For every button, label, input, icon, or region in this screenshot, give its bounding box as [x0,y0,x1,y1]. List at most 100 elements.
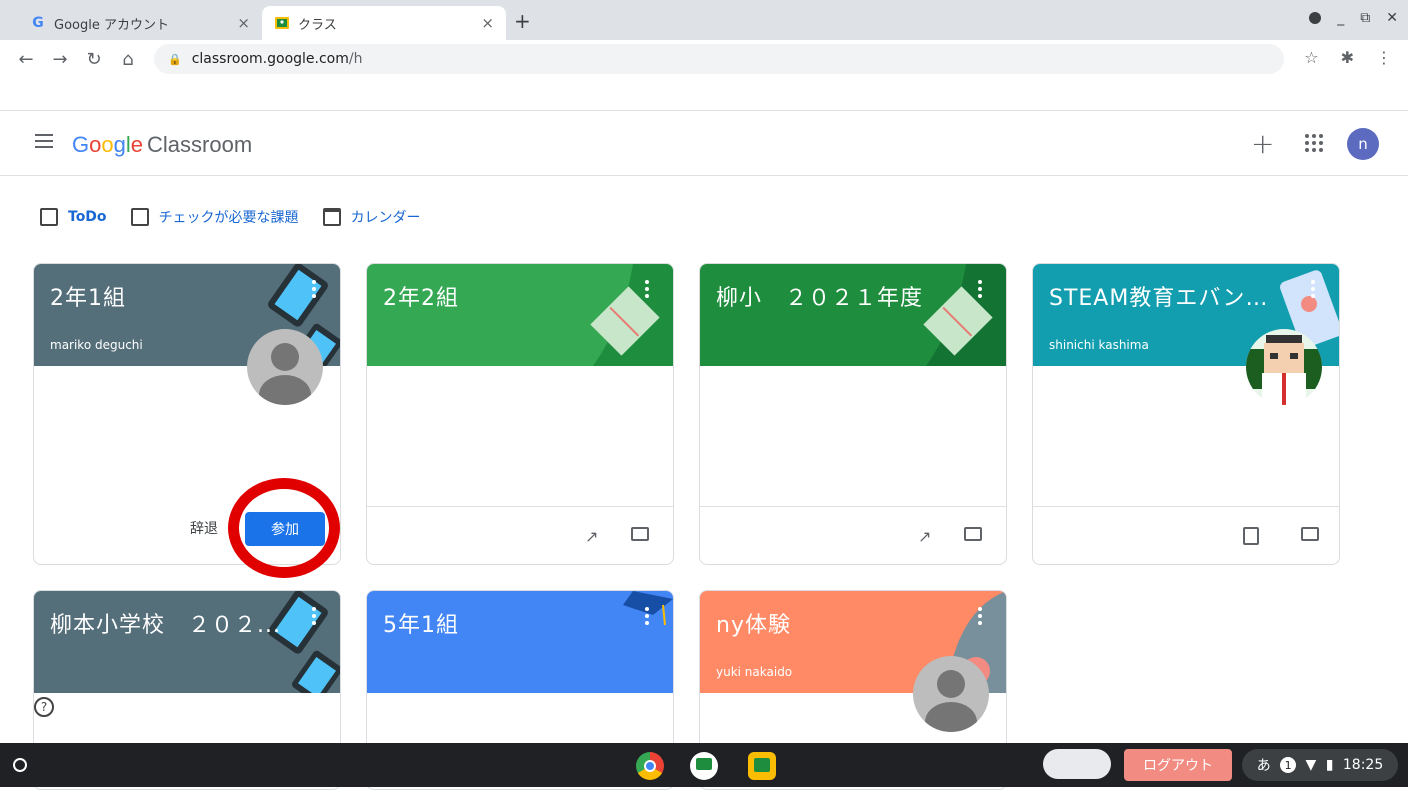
teacher-name[interactable]: shinichi kashima [1049,338,1149,352]
tab-google-account[interactable]: G Google アカウント × [18,6,262,40]
browser-menu-icon[interactable]: ⋮ [1376,48,1392,67]
notification-count-icon: 1 [1280,757,1297,773]
class-card[interactable]: STEAM教育エバンジ... shinichi kashima [1032,263,1340,565]
class-title[interactable]: 2年2組 [383,280,459,312]
google-apps-icon[interactable] [1305,134,1323,152]
tab-title: クラス [298,17,337,33]
card-header: 2年2組 [367,264,673,366]
more-options-icon[interactable] [1311,280,1315,298]
more-options-icon[interactable] [978,280,982,298]
todo-link[interactable]: ToDo [40,208,107,226]
card-header: 柳本小学校 ２０２... [34,591,340,693]
logo-letter: g [113,132,126,157]
extension-circle-icon[interactable] [1309,12,1322,24]
create-class-button[interactable]: + [1251,127,1274,160]
book-illustration-icon [590,264,673,366]
logo-letter: o [101,132,114,157]
keyboard-input-indicator[interactable] [1043,749,1111,779]
todo-icon [40,208,58,226]
tab-close-icon[interactable]: × [481,14,494,32]
class-title[interactable]: ny体験 [716,607,791,639]
class-title[interactable]: 柳本小学校 ２０２... [50,607,281,639]
browser-tab-strip: G Google アカウント × クラス × + _ ⧉ ✕ [0,0,1408,40]
calendar-icon [322,208,341,226]
battery-icon: ▮ [1325,757,1334,773]
decline-button[interactable]: 辞退 [190,518,218,538]
class-title[interactable]: 2年1組 [50,280,126,312]
back-icon[interactable]: ← [18,49,34,70]
account-avatar[interactable]: n [1347,128,1379,160]
graduation-cap-icon [623,591,673,626]
more-options-icon[interactable] [645,280,649,298]
launcher-icon[interactable] [13,758,27,772]
logout-button[interactable]: ログアウト [1124,749,1232,781]
folder-icon[interactable] [631,527,649,541]
more-options-icon[interactable] [978,607,982,625]
tab-close-icon[interactable]: × [237,14,250,32]
card-footer: ↗ [367,506,673,564]
todo-label: ToDo [68,209,107,225]
more-options-icon[interactable] [312,280,316,298]
card-footer [1033,506,1339,564]
app-bar: Google Classroom + n [0,110,1408,176]
extensions-puzzle-icon[interactable]: ✱ [1341,48,1354,67]
card-header: 柳小 ２０２１年度 [700,264,1006,366]
close-window-icon[interactable]: ✕ [1386,10,1398,26]
system-shelf: ログアウト あ 1 ▼ ▮ 18:25 [0,743,1408,787]
folder-icon[interactable] [964,527,982,541]
teacher-avatar-icon [913,656,989,732]
quick-links: ToDo チェックが必要な課題 カレンダー [40,207,445,227]
trending-up-icon[interactable]: ↗ [585,527,605,546]
teacher-name[interactable]: yuki nakaido [716,665,792,679]
logo-letter: o [89,132,102,157]
lock-icon: 🔒 [168,52,182,66]
card-header: 5年1組 [367,591,673,693]
logo-letter: G [72,132,90,157]
teacher-avatar-icon [1246,329,1322,405]
classroom-favicon-icon [274,15,290,31]
url-host: classroom.google.com [191,51,349,67]
class-title[interactable]: 5年1組 [383,607,459,639]
calendar-link[interactable]: カレンダー [322,207,421,227]
forward-icon[interactable]: → [52,49,68,70]
window-controls: _ ⧉ ✕ [1309,10,1398,26]
reload-icon[interactable]: ↻ [86,49,102,70]
browser-toolbar: ← → ↻ ⌂ 🔒 classroom.google.com/h ☆ ✱ ⋮ [0,40,1408,78]
more-options-icon[interactable] [645,607,649,625]
new-tab-button[interactable]: + [514,9,531,33]
folder-icon[interactable] [1301,527,1319,541]
hamburger-menu-icon[interactable] [35,134,53,148]
restore-icon[interactable]: ⧉ [1360,10,1370,26]
google-classroom-app-icon[interactable] [748,752,776,780]
google-favicon-icon: G [32,15,44,31]
school-app-icon[interactable] [690,752,718,780]
ime-label: あ [1256,758,1271,774]
url-path: /h [348,51,363,67]
class-card[interactable]: 2年2組 ↗ [366,263,674,565]
address-bar[interactable]: 🔒 classroom.google.com/h [154,44,1284,74]
class-title[interactable]: STEAM教育エバンジ... [1049,280,1289,312]
class-card[interactable]: 柳小 ２０２１年度 ↗ [699,263,1007,565]
minimize-icon[interactable]: _ [1337,10,1344,26]
card-footer: ↗ [700,506,1006,564]
trending-up-icon[interactable]: ↗ [918,527,938,546]
logo-letter: e [130,132,144,157]
status-tray[interactable]: あ 1 ▼ ▮ 18:25 [1242,749,1398,781]
bookmark-star-icon[interactable]: ☆ [1304,48,1318,67]
help-icon[interactable]: ? [34,697,54,717]
assignment-ind-icon[interactable] [1243,527,1259,545]
folder-review-icon [130,208,149,226]
home-icon[interactable]: ⌂ [120,49,136,70]
wifi-icon: ▼ [1305,757,1317,773]
teacher-name[interactable]: mariko deguchi [50,338,143,352]
teacher-avatar-icon [247,329,323,405]
google-classroom-logo[interactable]: Google Classroom [72,132,252,158]
more-options-icon[interactable] [312,607,316,625]
review-assignments-link[interactable]: チェックが必要な課題 [130,207,299,227]
chrome-icon[interactable] [636,752,664,780]
class-title[interactable]: 柳小 ２０２１年度 [716,280,923,312]
toolbar-actions: ☆ ✱ ⋮ [1304,48,1392,67]
review-label: チェックが必要な課題 [158,210,299,226]
logo-product-name: Classroom [147,132,253,157]
tab-classroom[interactable]: クラス × [262,6,506,40]
